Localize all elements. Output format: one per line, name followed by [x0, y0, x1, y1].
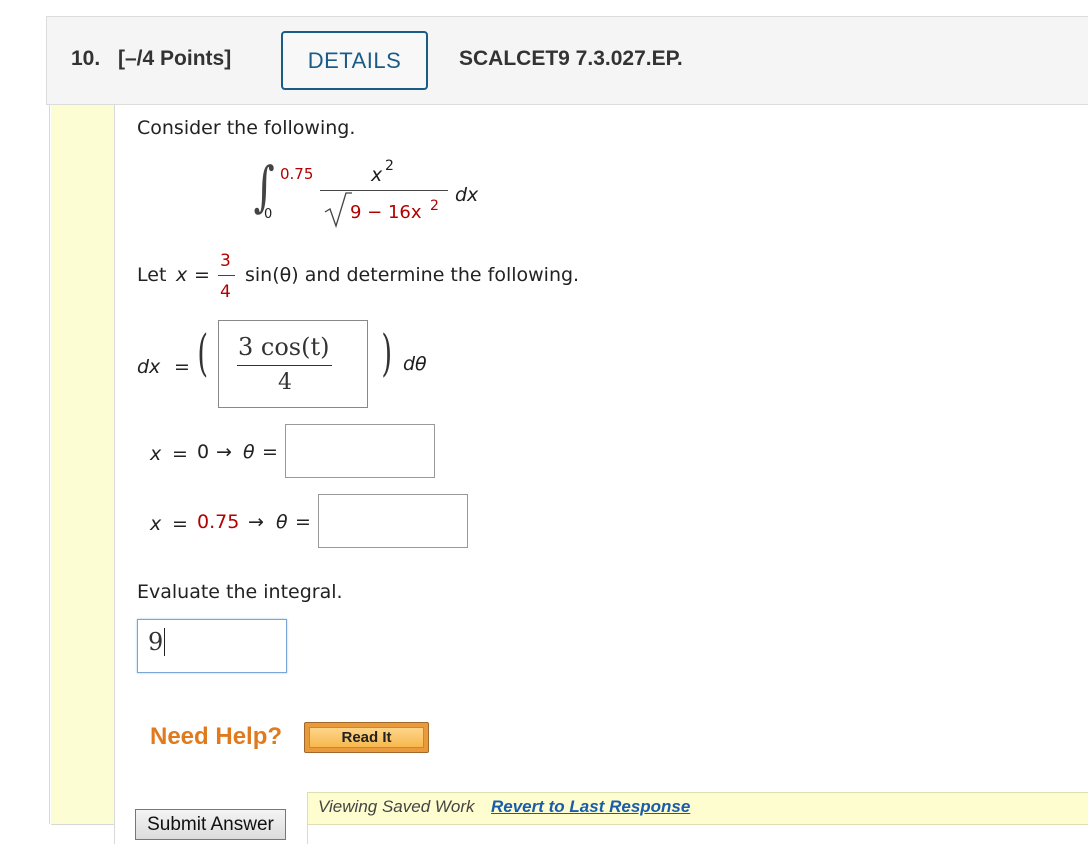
limit2-theta: θ: [276, 511, 288, 533]
limit1-theta: θ: [243, 441, 255, 463]
integral-lower-limit: 0: [264, 207, 273, 222]
dx-answer-denominator: 4: [278, 370, 292, 395]
substitution-var: x: [176, 264, 188, 286]
integral-answer-input[interactable]: 9: [137, 619, 287, 673]
limit2-equals: =: [172, 513, 188, 535]
left-margin-band: [51, 105, 114, 824]
theta-lower-input[interactable]: [285, 424, 435, 478]
evaluate-prompt: Evaluate the integral.: [137, 581, 343, 603]
integrand-denominator: 9 − 16x: [350, 202, 422, 223]
integral-sign-icon: ∫: [253, 155, 275, 218]
revert-to-last-response-link[interactable]: Revert to Last Response: [491, 797, 690, 817]
dx-label: dx: [137, 356, 161, 378]
limit2-equals2: =: [295, 511, 311, 533]
need-help-label: Need Help?: [150, 723, 283, 750]
limit1-value: 0: [197, 441, 210, 463]
points-label: [–/4 Points]: [118, 47, 232, 70]
read-it-button[interactable]: Read It: [304, 722, 429, 753]
integral-upper-limit: 0.75: [280, 165, 314, 183]
substitution-frac-numerator: 3: [220, 251, 231, 271]
limit1-equals2: =: [262, 441, 278, 463]
submit-answer-button[interactable]: Submit Answer: [135, 809, 286, 840]
substitution-frac-bar: [218, 275, 235, 276]
problem-intro: Consider the following.: [137, 117, 356, 139]
integrand-numerator: x: [371, 164, 383, 186]
saved-work-text: Viewing Saved Work: [318, 797, 475, 816]
question-number: 10.: [71, 47, 101, 70]
dtheta-label: dθ: [403, 353, 427, 375]
substitution-prefix: Let: [137, 264, 167, 286]
question-code: SCALCET9 7.3.027.EP.: [459, 47, 683, 70]
saved-bar-divider: [307, 825, 308, 844]
square-root-icon: [324, 192, 352, 229]
substitution-equals: =: [194, 264, 210, 286]
limit2-arrow-icon: →: [248, 511, 264, 533]
frame-border-left: [49, 105, 50, 824]
text-cursor-icon: [164, 628, 166, 656]
substitution-frac-denominator: 4: [220, 282, 231, 302]
details-button[interactable]: DETAILS: [281, 31, 428, 90]
integral-answer-value: 9: [148, 628, 164, 656]
read-it-label: Read It: [309, 727, 424, 748]
integral-differential: dx: [455, 184, 479, 206]
integrand-denominator-exponent: 2: [430, 198, 439, 214]
theta-upper-input[interactable]: [318, 494, 468, 548]
limit1-arrow-icon: →: [216, 441, 232, 463]
dx-equals: =: [174, 356, 190, 378]
limit2-x: x: [150, 513, 162, 535]
right-paren-icon: ): [381, 324, 393, 382]
content-divider: [114, 105, 115, 844]
limit2-value: 0.75: [197, 511, 240, 533]
substitution-suffix: sin(θ) and determine the following.: [245, 264, 580, 286]
integrand-numerator-exponent: 2: [385, 158, 394, 174]
limit1-x: x: [150, 443, 162, 465]
dx-answer-numerator: 3 cos(t): [238, 333, 330, 361]
dx-answer-fraction-bar: [237, 365, 332, 366]
limit1-equals: =: [172, 443, 188, 465]
left-paren-icon: (: [197, 324, 209, 382]
frame-border-bottom: [51, 824, 114, 825]
